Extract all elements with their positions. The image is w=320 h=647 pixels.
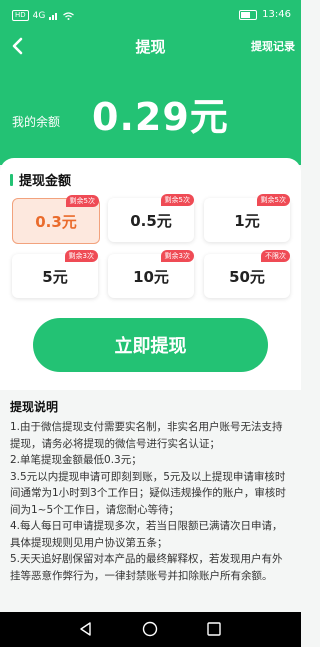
amount-section-label: 提现金额 xyxy=(19,174,72,189)
remaining-tag: 不限次 xyxy=(261,250,290,262)
status-left: HD 4G xyxy=(12,10,75,21)
notes-title: 提现说明 xyxy=(10,400,59,414)
amount-option-5[interactable]: 5元 剩余3次 xyxy=(12,250,98,298)
note-item: 4.每人每日可申请提现多次，若当日限额已满请次日申请，具体提现规则见用户协议第五… xyxy=(10,520,283,549)
amount-option-0-5[interactable]: 0.5元 剩余5次 xyxy=(108,194,194,242)
remaining-tag: 剩余5次 xyxy=(256,194,290,206)
signal-indicator: 4G xyxy=(32,10,46,21)
amount-option-1[interactable]: 1元 剩余5次 xyxy=(204,194,290,242)
status-bar: HD 4G 13:46 xyxy=(0,0,301,30)
battery-icon xyxy=(239,9,258,20)
withdraw-now-button[interactable]: 立即提现 xyxy=(33,318,268,372)
balance-label: 我的余额 xyxy=(12,115,61,129)
section-accent-bar xyxy=(10,173,13,186)
note-item: 1.由于微信提现支付需要实名制，非实名用户账号无法支持提现，请务必将提现的微信号… xyxy=(10,421,283,450)
signal-bars-icon xyxy=(49,12,58,20)
note-item: 3.5元以内提现申请可即刻到账，5元及以上提现申请审核时间通常为1小时到3个工作… xyxy=(10,470,286,516)
remaining-tag: 剩余3次 xyxy=(160,250,194,262)
system-nav-bar xyxy=(0,612,301,647)
remaining-tag: 剩余5次 xyxy=(65,195,99,207)
nav-back-icon[interactable] xyxy=(78,621,94,637)
notes-list: 1.由于微信提现支付需要实名制，非实名用户账号无法支持提现，请务必将提现的微信号… xyxy=(10,419,292,584)
note-item: 2.单笔提现金额最低0.3元； xyxy=(10,454,142,466)
wifi-icon xyxy=(63,11,75,20)
header: 提现 提现记录 我的余额 0.29元 xyxy=(0,30,301,165)
amount-option-10[interactable]: 10元 剩余3次 xyxy=(108,250,194,298)
status-time: 13:46 xyxy=(262,9,291,20)
amount-option-0-3[interactable]: 0.3元 剩余5次 xyxy=(12,195,100,244)
hd-badge: HD xyxy=(12,10,29,21)
balance-value: 0.29元 xyxy=(92,95,229,139)
remaining-tag: 剩余3次 xyxy=(64,250,98,262)
amount-option-label: 50元 xyxy=(229,267,265,286)
amount-option-label: 0.3元 xyxy=(35,212,77,231)
withdraw-record-link[interactable]: 提现记录 xyxy=(251,38,295,54)
amount-option-label: 1元 xyxy=(234,211,260,230)
withdraw-notes: 提现说明 1.由于微信提现支付需要实名制，非实名用户账号无法支持提现，请务必将提… xyxy=(0,390,301,612)
nav-recent-icon[interactable] xyxy=(206,621,222,637)
nav-home-icon[interactable] xyxy=(142,621,158,637)
amount-section-title: 提现金额 xyxy=(10,170,71,189)
note-item: 5.天天追好剧保留对本产品的最终解释权，若发现用户有外挂等恶意作弊行为，一律封禁… xyxy=(10,553,283,582)
status-right: 13:46 xyxy=(239,9,291,20)
remaining-tag: 剩余5次 xyxy=(160,194,194,206)
amount-option-label: 0.5元 xyxy=(130,211,172,230)
amount-option-label: 10元 xyxy=(133,267,169,286)
amount-option-50[interactable]: 50元 不限次 xyxy=(204,250,290,298)
amount-option-label: 5元 xyxy=(42,267,68,286)
